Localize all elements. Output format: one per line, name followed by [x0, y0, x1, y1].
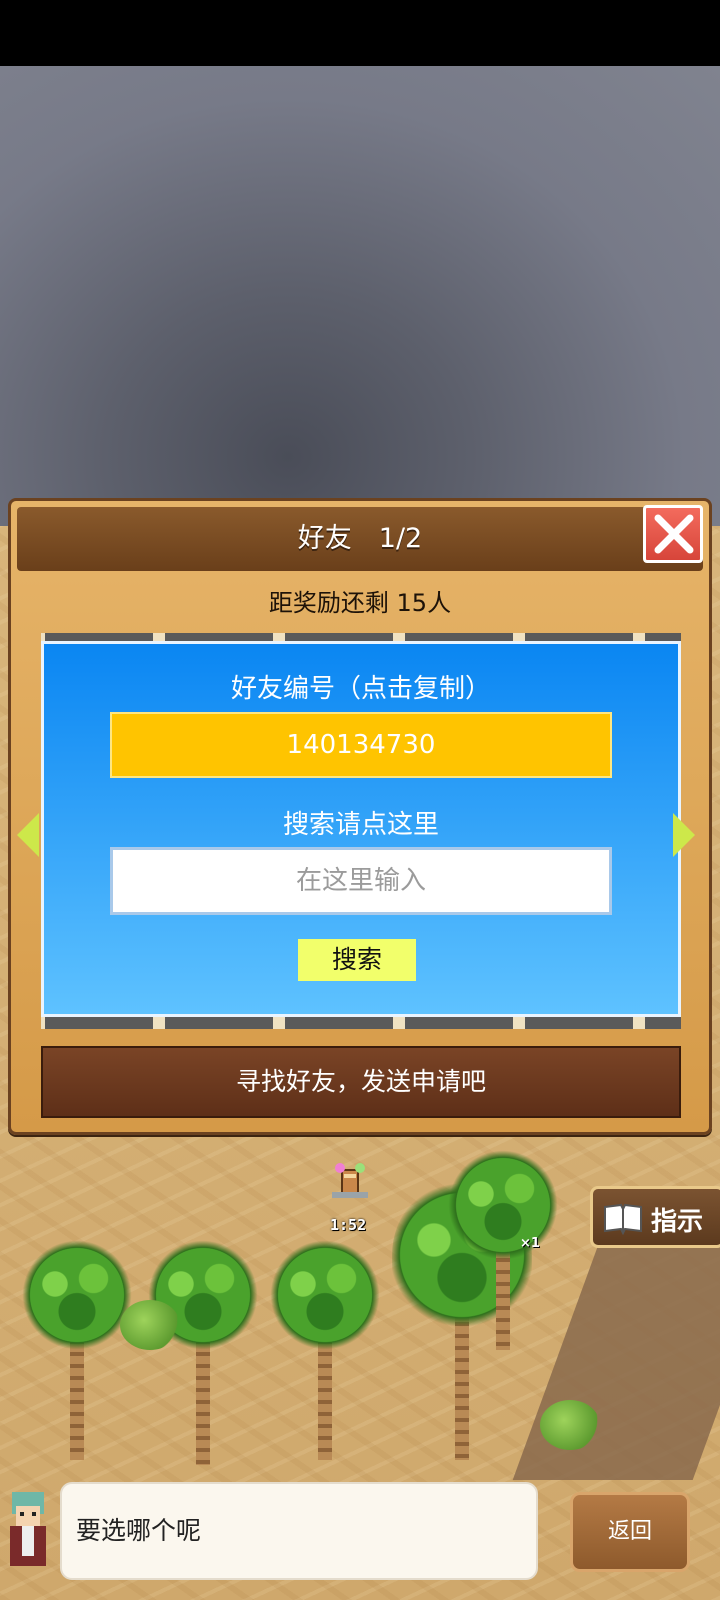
- dialog-title: 好友 1/2: [297, 523, 423, 554]
- find-friends-message: 寻找好友，发送申请吧: [41, 1046, 681, 1118]
- bush: [540, 1400, 600, 1450]
- advisor-avatar: [0, 1486, 56, 1586]
- palm-tree: [22, 1240, 132, 1460]
- cloudy-sky: [0, 66, 720, 526]
- close-button[interactable]: [643, 505, 703, 563]
- palm-tree: [148, 1240, 258, 1465]
- search-button[interactable]: 搜索: [298, 939, 416, 981]
- hint-button[interactable]: 指示: [590, 1186, 720, 1248]
- close-icon: [654, 514, 694, 554]
- palm-tree: [270, 1240, 380, 1460]
- friend-id-copy-button[interactable]: 140134730: [110, 712, 612, 778]
- friend-code-panel: 好友编号（点击复制） 140134730 搜索请点这里 搜索: [41, 641, 681, 1017]
- search-label: 搜索请点这里: [282, 810, 439, 840]
- bush: [120, 1300, 180, 1350]
- reward-remaining-text: 距奖励还剩 15人: [268, 589, 452, 617]
- book-icon: [604, 1203, 642, 1235]
- hint-label: 指示: [651, 1207, 704, 1237]
- status-bar: [0, 0, 720, 66]
- friend-id-label: 好友编号（点击复制）: [230, 674, 491, 704]
- prev-page-arrow-icon[interactable]: [17, 813, 39, 857]
- friend-search-input[interactable]: [110, 847, 612, 915]
- multiplier-label: ×1: [520, 1236, 540, 1251]
- palm-tree: [448, 1150, 558, 1350]
- next-page-arrow-icon[interactable]: [673, 813, 695, 857]
- back-button[interactable]: 返回: [570, 1492, 690, 1572]
- build-timer: 1:52: [330, 1216, 367, 1234]
- dialog-header: 好友 1/2: [17, 507, 703, 571]
- friends-dialog: 好友 1/2 距奖励还剩 15人 好友编号（点击复制） 140134730 搜索…: [8, 498, 712, 1135]
- page-tabs-bottom: [41, 1017, 681, 1029]
- worker-character[interactable]: [328, 1162, 372, 1204]
- speech-bubble: 要选哪个呢: [60, 1482, 538, 1580]
